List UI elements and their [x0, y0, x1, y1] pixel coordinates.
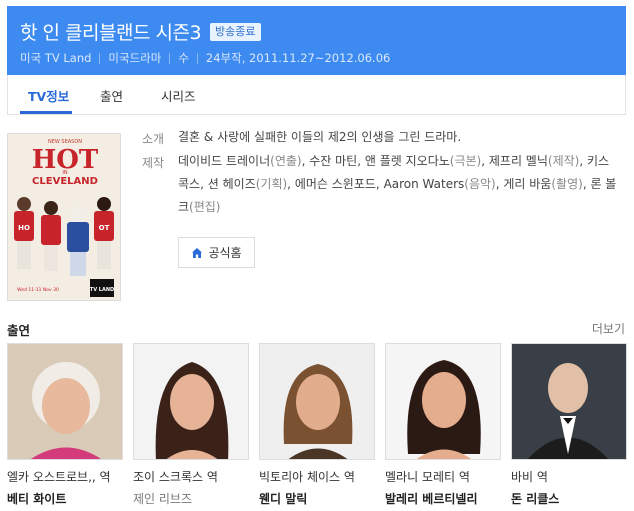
cast-name[interactable]: 웬디 말릭: [259, 490, 375, 507]
cast-card[interactable]: 멜라니 모레티 역 발레리 베르티넬리: [385, 343, 501, 507]
meta-day: 수: [178, 51, 189, 65]
poster-network: TV LAND: [90, 287, 114, 293]
active-tab-indicator: [20, 111, 72, 114]
program-poster[interactable]: NEW SEASON HOT IN CLEVELAND HO OT Wed 11…: [7, 133, 121, 301]
production-list: 데이비드 트레이너(연출), 수잔 마틴, 앤 플렛 지오다노(극본), 제프리…: [178, 154, 617, 214]
cast-name[interactable]: 베티 화이트: [7, 490, 123, 507]
program-header: 핫 인 클리블랜드 시즌3 방송종료 미국 TV Land 미국드라마 수 24…: [7, 6, 626, 75]
credit-role: (음악): [464, 177, 496, 191]
poster-city-text: CLEVELAND: [32, 176, 98, 187]
credit-name[interactable]: 션 헤이즈: [208, 177, 256, 191]
tab-bar: TV정보 출연 시리즈: [7, 75, 626, 115]
credit-role: (편집): [189, 200, 221, 214]
intro-label: 소개: [142, 132, 165, 146]
tab-cast[interactable]: 출연: [100, 86, 123, 105]
cast-name[interactable]: 발레리 베르티넬리: [385, 490, 501, 507]
cast-photo[interactable]: [385, 343, 501, 460]
cast-role: 바비 역: [511, 470, 548, 484]
poster-airtime: Wed 11-11 Nov 30: [17, 287, 59, 293]
cast-photo[interactable]: [511, 343, 627, 460]
credit-name[interactable]: 제프리 멜닉: [489, 154, 548, 168]
tab-series[interactable]: 시리즈: [161, 86, 196, 105]
credit-name[interactable]: Aaron Waters: [384, 177, 465, 191]
meta-channel[interactable]: 미국 TV Land: [20, 50, 91, 66]
credit-role: (연출): [270, 154, 302, 168]
cast-name[interactable]: 돈 리클스: [511, 490, 627, 507]
divider: [169, 52, 171, 64]
home-icon: [192, 247, 203, 258]
cast-list: 엘카 오스트로브,, 역 베티 화이트 조이 스크록스 역 제인 리브즈 빅토리…: [7, 343, 627, 511]
cast-role: 조이 스크록스 역: [133, 470, 218, 484]
cast-card[interactable]: 조이 스크록스 역 제인 리브즈: [133, 343, 249, 507]
poster-image: NEW SEASON HOT IN CLEVELAND HO OT Wed 11…: [8, 134, 120, 300]
cast-photo[interactable]: [133, 343, 249, 460]
title-row: 핫 인 클리블랜드 시즌3 방송종료: [20, 18, 261, 45]
credit-role: (촬영): [551, 177, 583, 191]
tab-tv-info[interactable]: TV정보: [28, 86, 69, 105]
cast-role: 빅토리아 체이스 역: [259, 470, 355, 484]
official-home-button[interactable]: 공식홈: [178, 237, 255, 268]
credit-role: (극본): [449, 154, 482, 168]
svg-text:OT: OT: [99, 224, 110, 232]
cast-role: 멜라니 모레티 역: [385, 470, 470, 484]
credit-name[interactable]: 게리 바움: [503, 177, 551, 191]
meta-genre[interactable]: 미국드라마: [108, 50, 161, 66]
cast-card[interactable]: 빅토리아 체이스 역 웬디 말릭: [259, 343, 375, 507]
credit-role: (제작): [547, 154, 580, 168]
cast-card[interactable]: 엘카 오스트로브,, 역 베티 화이트: [7, 343, 123, 507]
credit-name[interactable]: 수잔 마틴: [309, 154, 357, 168]
intro-text: 결혼 & 사랑에 실패한 이들의 제2의 인생을 그린 드라마.: [178, 130, 462, 144]
credit-name[interactable]: 데이비드 트레이너: [178, 154, 270, 168]
divider: [99, 52, 101, 64]
more-link[interactable]: 더보기: [592, 320, 625, 337]
cast-photo[interactable]: [7, 343, 123, 460]
cast-photo[interactable]: [259, 343, 375, 460]
cast-role: 엘카 오스트로브,, 역: [7, 470, 111, 484]
divider: [196, 52, 198, 64]
status-badge: 방송종료: [210, 22, 261, 41]
credit-name[interactable]: 앤 플렛 지오다노: [365, 154, 450, 168]
official-home-label: 공식홈: [208, 246, 242, 260]
production-label: 제작: [142, 156, 165, 170]
program-title[interactable]: 핫 인 클리블랜드 시즌3: [20, 18, 202, 45]
credit-name[interactable]: 에머슨 스윈포드: [295, 177, 376, 191]
meta-episodes-period: 24부작, 2011.11.27~2012.06.06: [205, 51, 391, 65]
cast-name[interactable]: 제인 리브즈: [133, 490, 249, 507]
svg-text:HO: HO: [18, 224, 30, 232]
credit-role: (기획): [255, 177, 288, 191]
cast-card[interactable]: 바비 역 돈 리클스: [511, 343, 627, 507]
cast-section-title: 출연: [7, 323, 31, 338]
program-meta: 미국 TV Land 미국드라마 수 24부작, 2011.11.27~2012…: [20, 50, 390, 66]
